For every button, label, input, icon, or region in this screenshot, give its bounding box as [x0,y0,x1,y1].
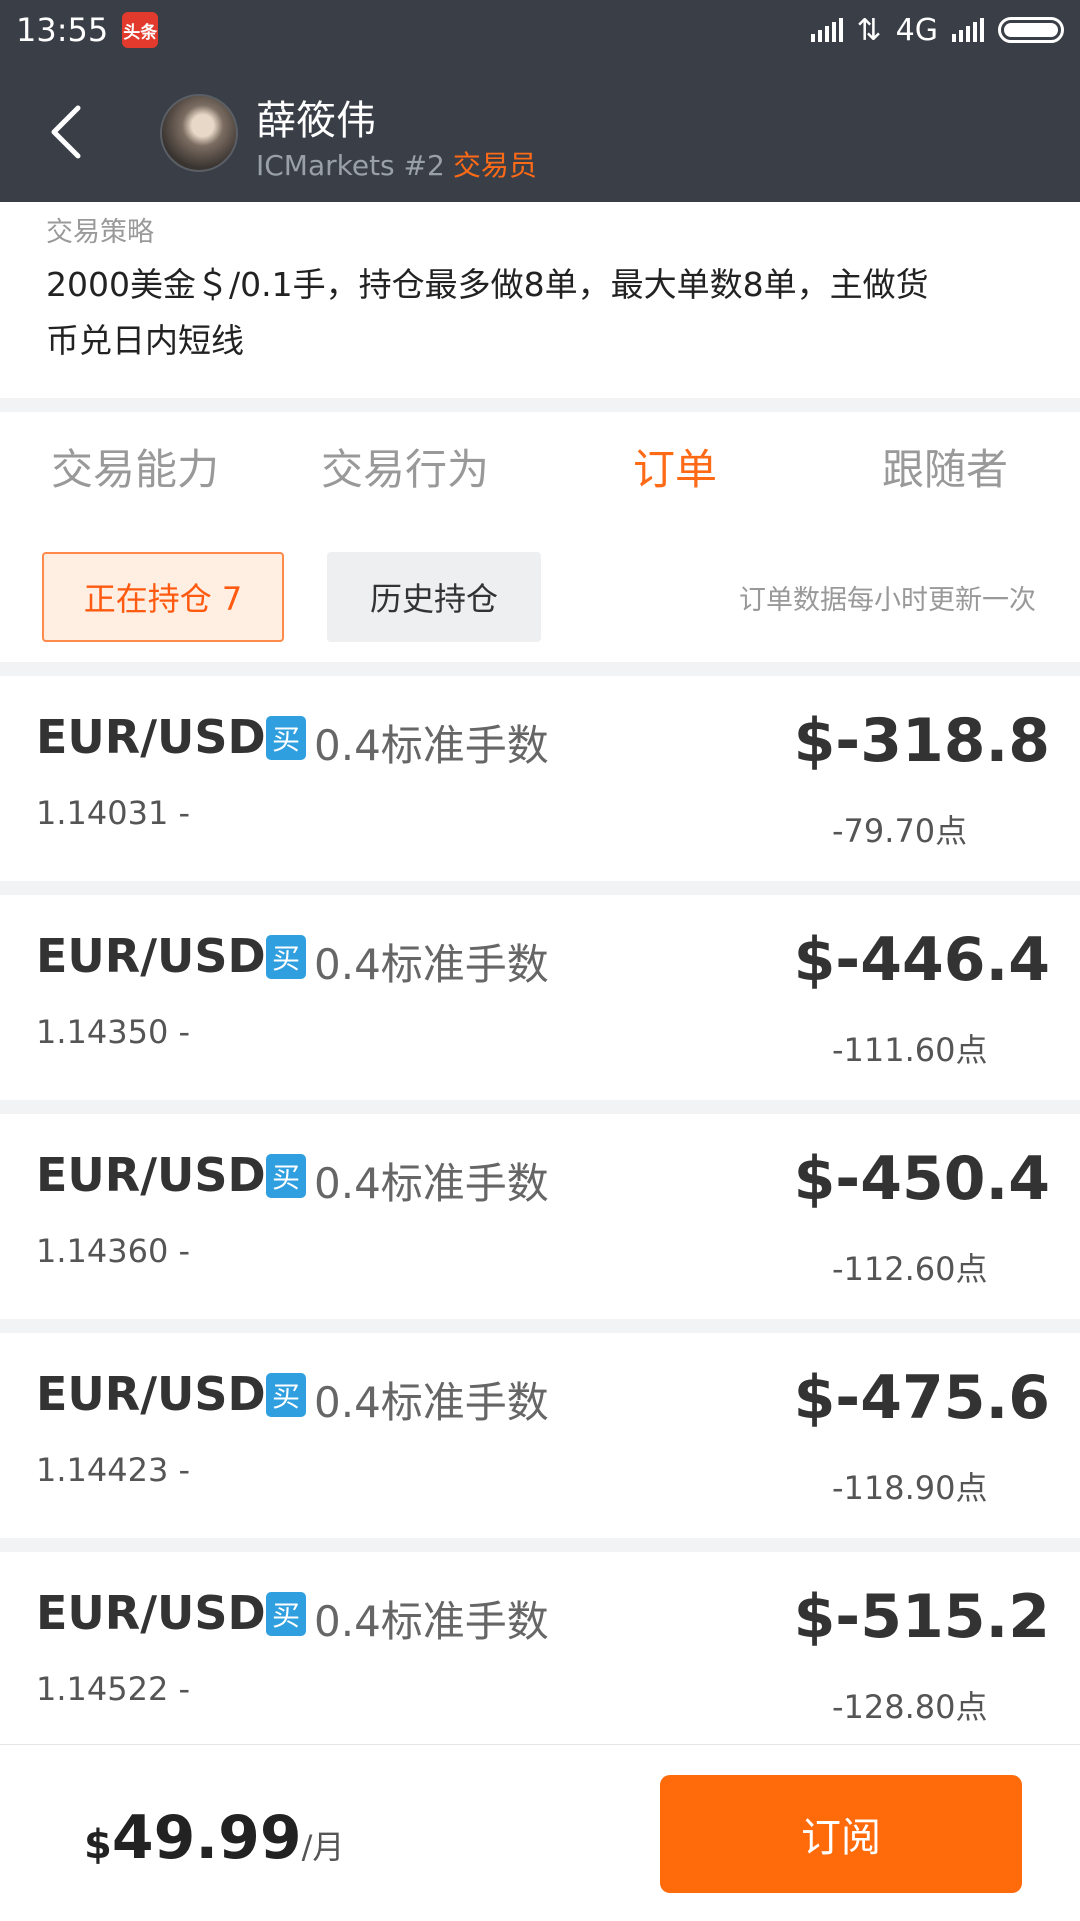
order-lots: 0.4标准手数 [314,1597,549,1646]
order-row[interactable]: EUR/USD 买 0.4标准手数 1.14360 - $-450.4 -112… [0,1114,1080,1319]
order-points: -118.90点 [832,1469,988,1507]
strategy-text: 2000美金＄/0.1手，持仓最多做8单，最大单数8单，主做货币兑日内短线 [46,265,929,360]
order-pair: EUR/USD [36,1586,266,1640]
broker-account: ICMarkets #2 [256,149,445,182]
buy-badge: 买 [266,1154,306,1198]
tab-followers[interactable]: 跟随者 [810,412,1080,520]
tab-trading-behavior[interactable]: 交易行为 [270,412,540,520]
price-currency: $ [84,1822,112,1868]
signal-icon-2 [952,18,984,42]
order-lots: 0.4标准手数 [314,940,549,989]
buy-badge: 买 [266,1373,306,1417]
order-points: -128.80点 [832,1688,988,1726]
strategy-section: 交易策略 2000美金＄/0.1手，持仓最多做8单，最大单数8单，主做货币兑日内… [0,202,1080,398]
order-points: -112.60点 [832,1250,988,1288]
tab-orders[interactable]: 订单 [540,412,810,520]
order-pair: EUR/USD [36,1148,266,1202]
app-notification-icon: 头条 [122,12,159,48]
buy-badge: 买 [266,716,306,760]
price-amount: 49.99 [111,1803,302,1873]
subscription-price: $49.99/月 [84,1803,344,1873]
order-row[interactable]: EUR/USD 买 0.4标准手数 1.14423 - $-475.6 -118… [0,1333,1080,1538]
trader-subtitle: ICMarkets #2 交易员 [256,144,537,184]
order-lots: 0.4标准手数 [314,721,549,770]
signal-icon [810,18,843,42]
strategy-label: 交易策略 [46,217,154,248]
tab-trading-ability[interactable]: 交易能力 [0,412,270,520]
buy-badge: 买 [266,1592,306,1636]
trader-role: 交易员 [452,149,537,182]
order-profit: $-446.4 [793,925,1050,995]
order-lots: 0.4标准手数 [314,1378,549,1427]
order-lots: 0.4标准手数 [314,1159,549,1208]
network-type: 4G [895,12,938,48]
order-open-price: 1.14423 - [36,1451,191,1489]
chevron-left-icon [51,105,81,159]
subscription-bar: $49.99/月 订阅 [0,1744,1080,1921]
order-profit: $-475.6 [793,1363,1050,1433]
trader-name: 薛筱伟 [256,98,376,144]
open-positions-button[interactable]: 正在持仓 7 [42,552,284,642]
update-note: 订单数据每小时更新一次 [739,585,1036,616]
order-profit: $-318.8 [793,706,1050,776]
order-open-price: 1.14350 - [36,1013,191,1051]
back-button[interactable] [44,102,92,162]
order-row[interactable]: EUR/USD 买 0.4标准手数 1.14031 - $-318.8 -79.… [0,676,1080,881]
order-open-price: 1.14360 - [36,1232,191,1270]
buy-badge: 买 [266,935,306,979]
price-period: /月 [301,1828,345,1866]
order-row[interactable]: EUR/USD 买 0.4标准手数 1.14522 - $-515.2 -128… [0,1552,1080,1757]
order-open-price: 1.14522 - [36,1670,191,1708]
order-filter: 正在持仓 7 历史持仓 订单数据每小时更新一次 [0,520,1080,662]
data-transfer-icon: ⇅ [856,12,882,48]
avatar[interactable] [160,94,238,172]
order-points: -79.70点 [832,812,968,850]
order-profit: $-450.4 [793,1144,1050,1214]
tab-bar: 交易能力 交易行为 订单 跟随者 [0,412,1080,521]
history-positions-button[interactable]: 历史持仓 [327,552,541,642]
order-pair: EUR/USD [36,929,266,983]
order-points: -111.60点 [832,1031,988,1069]
status-bar: 13:55 头条 ⇅ 4G [0,0,1080,60]
order-pair: EUR/USD [36,1367,266,1421]
order-row[interactable]: EUR/USD 买 0.4标准手数 1.14350 - $-446.4 -111… [0,895,1080,1100]
order-open-price: 1.14031 - [36,794,191,832]
order-profit: $-515.2 [793,1582,1050,1652]
app-header: 薛筱伟 ICMarkets #2 交易员 [0,60,1080,202]
battery-icon [998,17,1064,43]
subscribe-button[interactable]: 订阅 [660,1775,1022,1893]
status-time: 13:55 [16,11,109,49]
order-pair: EUR/USD [36,710,266,764]
